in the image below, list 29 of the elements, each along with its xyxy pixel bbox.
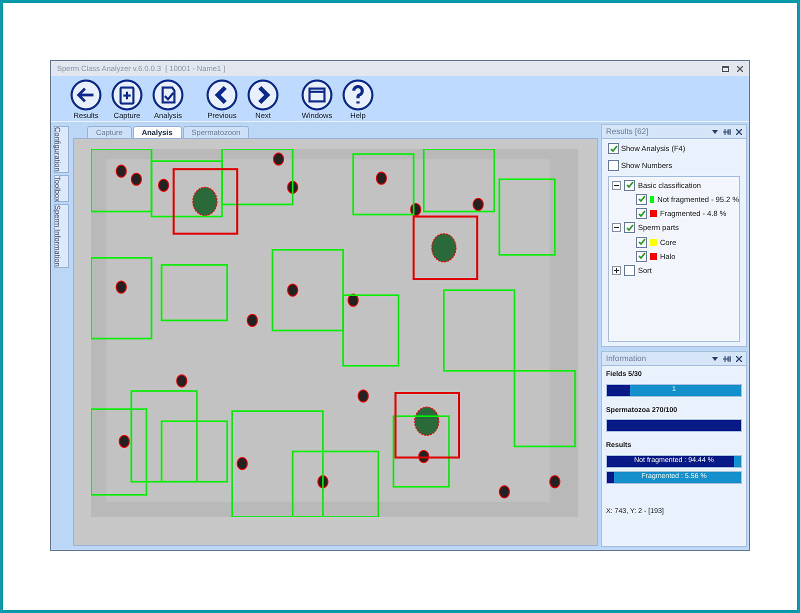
checkbox[interactable]: [624, 222, 635, 234]
maximize-icon[interactable]: [722, 66, 729, 72]
panel-title: Results [62]: [606, 126, 648, 138]
expand-icon[interactable]: [612, 266, 621, 276]
close-icon[interactable]: [736, 128, 742, 134]
pin-icon[interactable]: [723, 128, 731, 134]
back-icon: [70, 79, 102, 111]
help-icon: [342, 79, 374, 111]
checkbox[interactable]: [608, 160, 619, 172]
collapse-icon[interactable]: [612, 223, 621, 232]
checkbox[interactable]: [624, 265, 635, 276]
checkbox[interactable]: [608, 143, 619, 154]
checkbox[interactable]: [624, 180, 635, 191]
checkbox[interactable]: [636, 194, 647, 205]
dropdown-icon[interactable]: [712, 356, 718, 360]
collapse-icon[interactable]: [612, 180, 621, 190]
previous-icon: [206, 79, 238, 111]
checkbox[interactable]: [636, 208, 647, 220]
pin-icon[interactable]: [723, 356, 731, 362]
analysis-icon: [152, 79, 184, 111]
checkbox[interactable]: [636, 236, 647, 248]
checkbox[interactable]: [636, 250, 647, 262]
dropdown-icon[interactable]: [712, 130, 718, 134]
panel-title: Information: [606, 352, 646, 364]
next-icon: [247, 79, 279, 111]
close-icon[interactable]: [736, 356, 742, 362]
windows-icon: [301, 79, 333, 111]
close-icon[interactable]: [737, 66, 743, 72]
capture-icon: [111, 79, 143, 111]
